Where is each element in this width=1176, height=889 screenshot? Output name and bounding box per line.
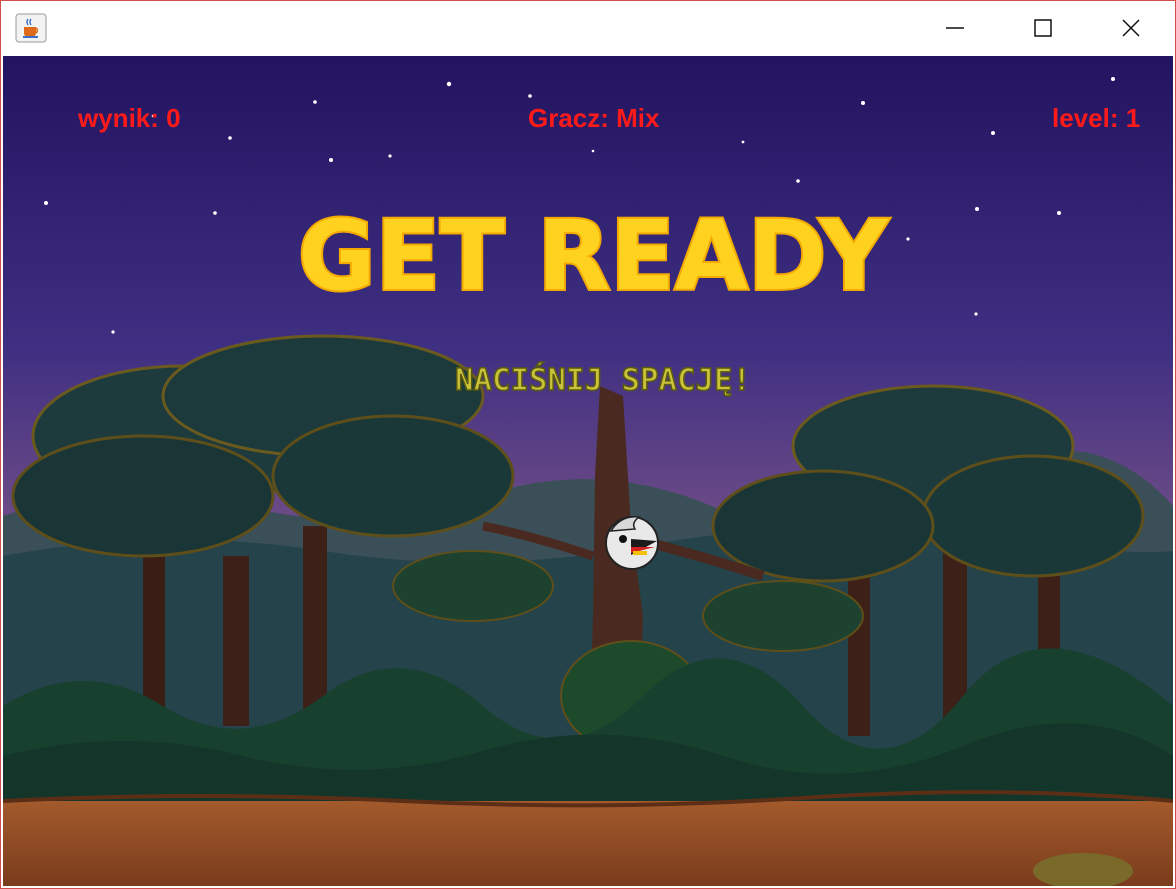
close-icon bbox=[1122, 19, 1140, 37]
bird-player-sprite bbox=[605, 516, 659, 570]
title-bar[interactable] bbox=[1, 1, 1175, 55]
game-canvas[interactable]: wynik: 0 Gracz: Mix level: 1 GET READY N… bbox=[3, 56, 1173, 886]
player-name-label: Gracz: Mix bbox=[528, 103, 660, 133]
jungle-night-background bbox=[3, 56, 1173, 886]
get-ready-text: GET READY bbox=[298, 200, 889, 312]
maximize-button[interactable] bbox=[999, 1, 1087, 55]
level-label: level: 1 bbox=[1052, 103, 1141, 133]
java-coffee-cup-icon bbox=[15, 13, 47, 43]
score-label: wynik: 0 bbox=[78, 103, 181, 133]
minimize-button[interactable] bbox=[911, 1, 999, 55]
minimize-icon bbox=[946, 27, 964, 29]
get-ready-title: GET READY bbox=[296, 198, 891, 314]
press-space-prompt: NACIŚNIJ SPACJĘ! bbox=[454, 360, 752, 399]
press-space-text: NACIŚNIJ SPACJĘ! bbox=[455, 361, 751, 398]
game-window: wynik: 0 Gracz: Mix level: 1 GET READY N… bbox=[0, 0, 1176, 889]
maximize-icon bbox=[1034, 19, 1052, 37]
close-button[interactable] bbox=[1087, 1, 1175, 55]
